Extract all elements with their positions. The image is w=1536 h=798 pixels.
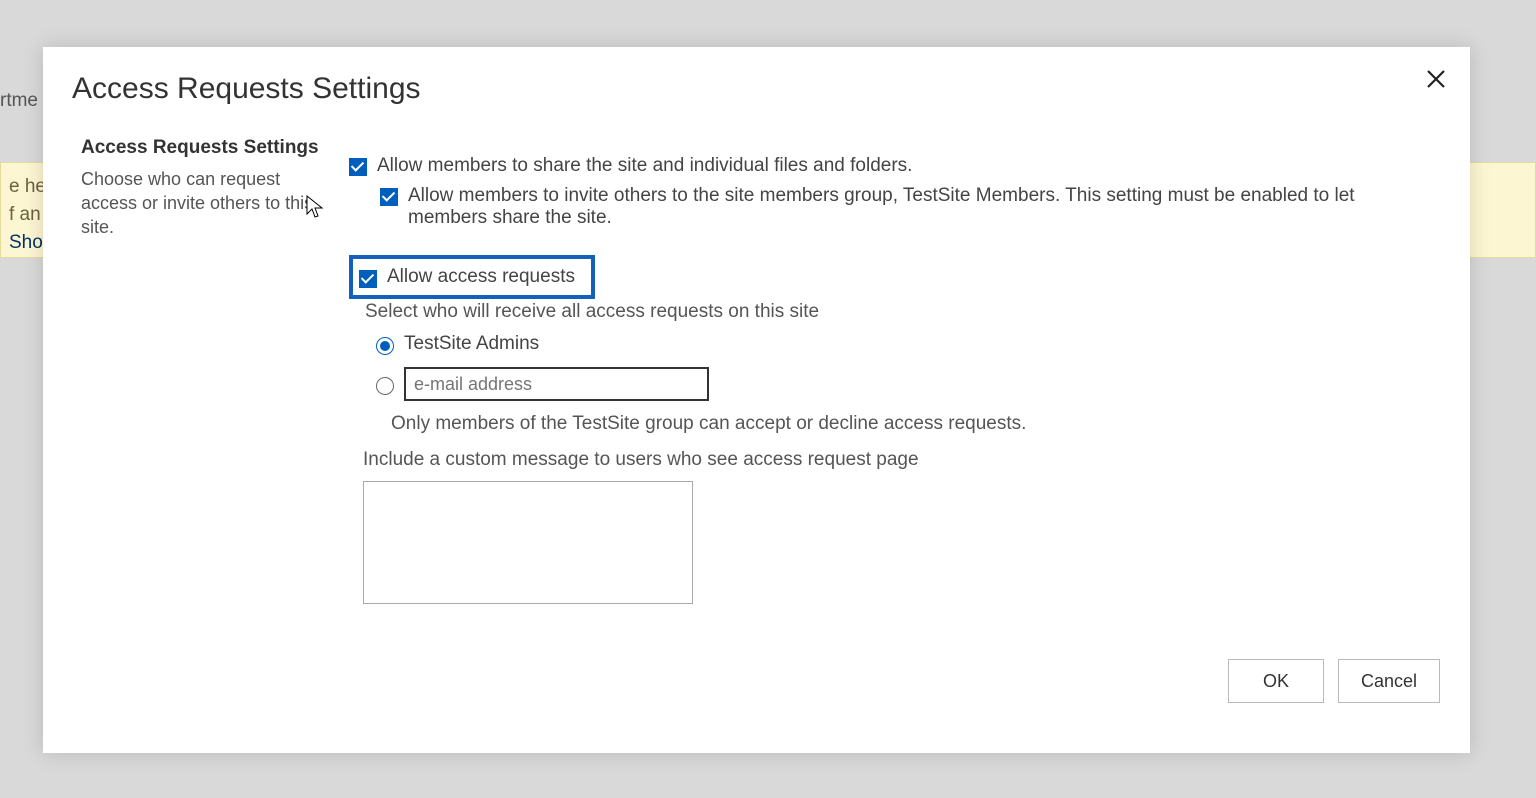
dialog-title: Access Requests Settings <box>72 72 421 106</box>
email-input[interactable] <box>404 367 709 401</box>
close-button[interactable] <box>1420 65 1452 97</box>
row-allow-share: Allow members to share the site and indi… <box>349 155 1439 177</box>
label-allow-access-requests: Allow access requests <box>387 266 575 288</box>
label-allow-share: Allow members to share the site and indi… <box>377 155 912 177</box>
ok-button[interactable]: OK <box>1228 659 1324 703</box>
dialog-button-row: OK Cancel <box>1228 659 1440 703</box>
radio-testsite-admins[interactable] <box>376 337 394 355</box>
checkbox-allow-invite[interactable] <box>380 188 398 206</box>
left-column: Access Requests Settings Choose who can … <box>81 137 337 239</box>
custom-message-label: Include a custom message to users who se… <box>363 449 1439 471</box>
bg-nav-fragment: rtme <box>0 90 38 112</box>
custom-message-textarea[interactable] <box>363 481 693 604</box>
checkbox-allow-access-requests[interactable] <box>359 270 377 288</box>
checkbox-allow-share[interactable] <box>349 158 367 176</box>
label-receiver: Select who will receive all access reque… <box>365 301 1439 323</box>
cancel-button[interactable]: Cancel <box>1338 659 1440 703</box>
label-testsite-admins: TestSite Admins <box>404 333 539 355</box>
group-note: Only members of the TestSite group can a… <box>391 413 1439 435</box>
label-allow-invite: Allow members to invite others to the si… <box>408 185 1439 229</box>
access-requests-dialog: Access Requests Settings Access Requests… <box>43 47 1470 753</box>
left-description: Choose who can request access or invite … <box>81 167 337 239</box>
row-allow-invite: Allow members to invite others to the si… <box>349 185 1439 229</box>
left-heading: Access Requests Settings <box>81 137 337 159</box>
row-radio-email <box>371 367 1439 401</box>
close-icon <box>1427 70 1445 93</box>
row-radio-admins: TestSite Admins <box>371 333 1439 355</box>
highlight-allow-access-requests: Allow access requests <box>349 255 595 299</box>
radio-email-address[interactable] <box>376 377 394 395</box>
right-column: Allow members to share the site and indi… <box>349 155 1439 610</box>
